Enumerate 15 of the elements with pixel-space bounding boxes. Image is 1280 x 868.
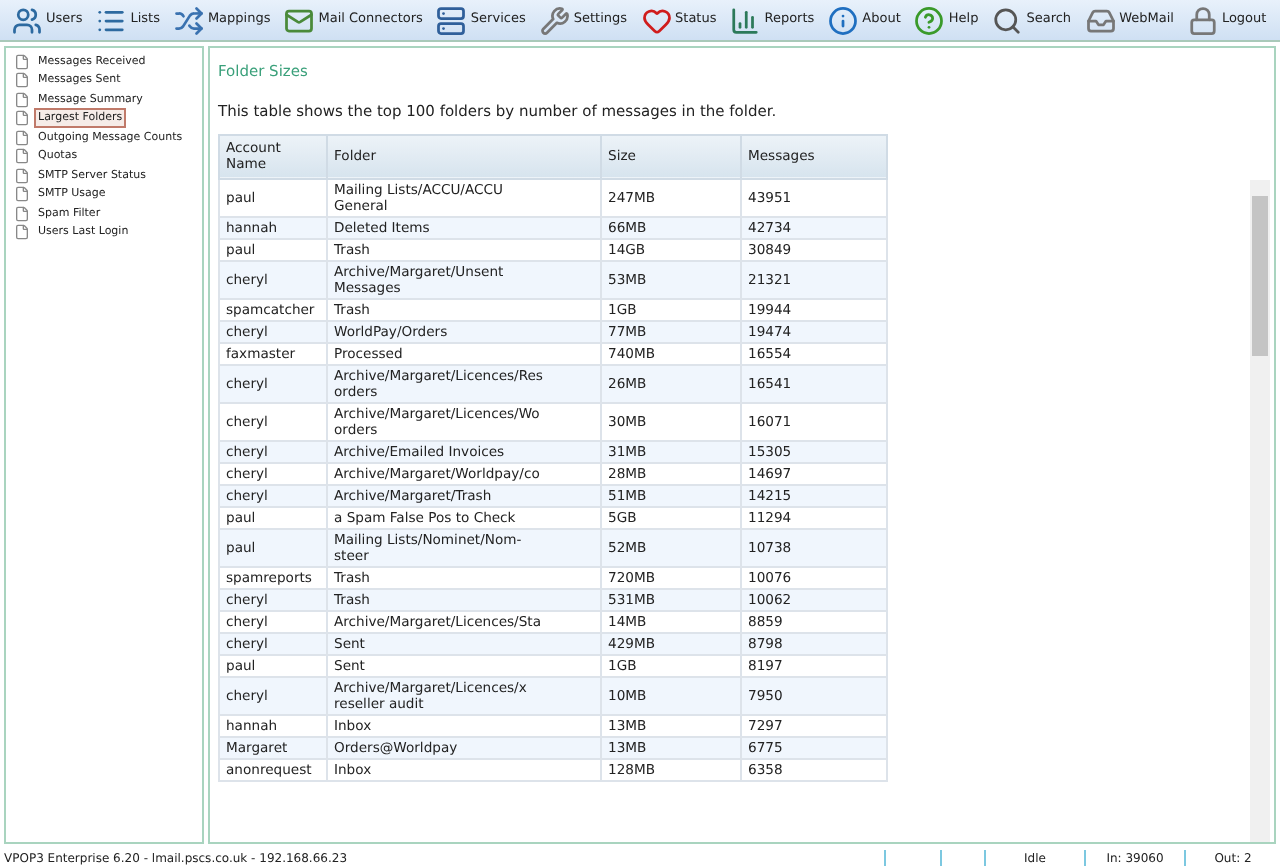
info-icon bbox=[828, 5, 859, 35]
chart-icon bbox=[730, 5, 761, 35]
scrollbar[interactable] bbox=[1250, 179, 1270, 842]
arrows-icon bbox=[173, 5, 204, 35]
wrench-icon bbox=[539, 5, 570, 35]
help-icon bbox=[914, 5, 945, 35]
padlock-icon bbox=[1187, 5, 1218, 35]
search-icon bbox=[992, 5, 1023, 35]
envelope-icon bbox=[284, 5, 315, 35]
users-icon bbox=[12, 5, 42, 35]
mailbox-icon bbox=[1085, 5, 1116, 35]
server-icon bbox=[436, 5, 467, 35]
heart-icon bbox=[641, 5, 672, 35]
list-icon bbox=[96, 5, 127, 35]
scrollbar-thumb[interactable] bbox=[1252, 195, 1268, 355]
